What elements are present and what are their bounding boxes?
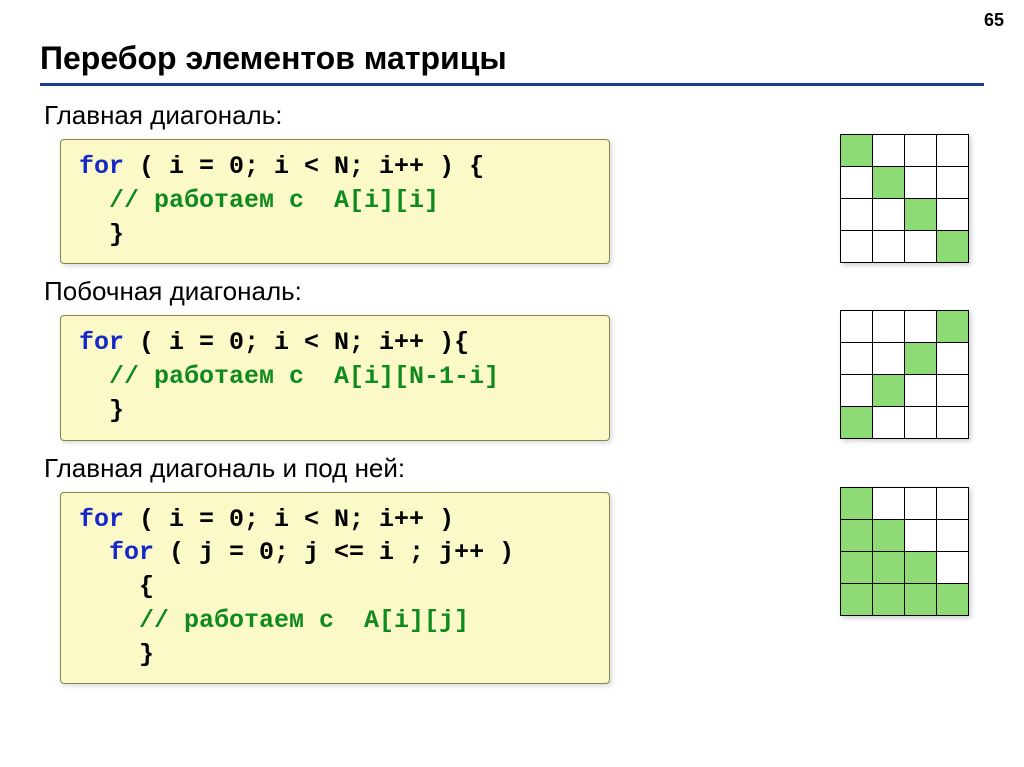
section-lower-triangle: Главная диагональ и под ней: for ( i = 0…: [40, 453, 984, 685]
code-text: ( i = 0; i < N; i++ ) {: [124, 152, 484, 181]
code-comment: // работаем с A[i][N-1-i]: [79, 362, 499, 391]
code-text: }: [79, 640, 154, 669]
code-kw: for: [79, 538, 154, 567]
code-kw: for: [79, 152, 124, 181]
matrix-anti-diagonal: [840, 310, 969, 439]
code-kw: for: [79, 505, 124, 534]
code-text: {: [79, 572, 154, 601]
code-block-anti-diagonal: for ( i = 0; i < N; i++ ){ // работаем с…: [60, 315, 610, 440]
code-block-lower-triangle: for ( i = 0; i < N; i++ ) for ( j = 0; j…: [60, 492, 610, 685]
code-kw: for: [79, 328, 124, 357]
title-underline: [40, 83, 984, 86]
section-anti-diagonal: Побочная диагональ: for ( i = 0; i < N; …: [40, 276, 984, 440]
code-block-main-diagonal: for ( i = 0; i < N; i++ ) { // работаем …: [60, 139, 610, 264]
slide-title: Перебор элементов матрицы: [40, 40, 984, 77]
subheading-anti-diagonal: Побочная диагональ:: [44, 276, 794, 307]
page-number: 65: [984, 10, 1004, 31]
code-comment: // работаем с A[i][j]: [79, 606, 469, 635]
code-comment: // работаем с A[i][i]: [79, 186, 439, 215]
matrix-lower-triangle: [840, 487, 969, 616]
section-main-diagonal: Главная диагональ: for ( i = 0; i < N; i…: [40, 100, 984, 264]
code-text: ( j = 0; j <= i ; j++ ): [154, 538, 514, 567]
code-text: ( i = 0; i < N; i++ ){: [124, 328, 469, 357]
code-text: ( i = 0; i < N; i++ ): [124, 505, 454, 534]
subheading-main-diagonal: Главная диагональ:: [44, 100, 794, 131]
code-text: }: [79, 220, 124, 249]
code-text: }: [79, 396, 124, 425]
matrix-main-diagonal: [840, 134, 969, 263]
subheading-lower-triangle: Главная диагональ и под ней:: [44, 453, 794, 484]
